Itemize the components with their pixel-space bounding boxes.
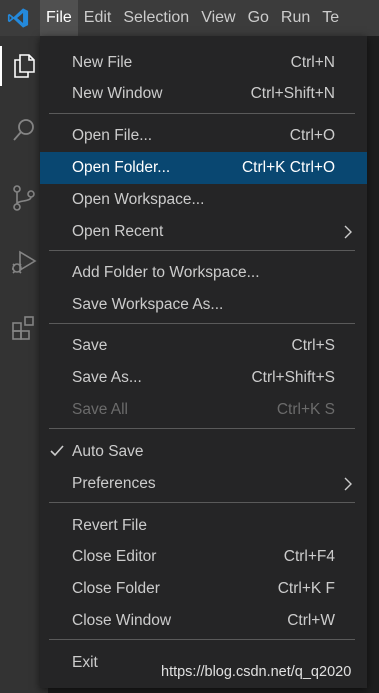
menu-separator (49, 250, 355, 251)
menu-item-label: Open Folder... (72, 159, 171, 176)
menu-item-close-window[interactable]: Close Window Ctrl+W (40, 605, 367, 637)
menu-view[interactable]: View (195, 0, 241, 36)
menu-item-label: Revert File (72, 517, 147, 534)
menu-separator (49, 113, 355, 114)
menu-separator (49, 428, 355, 429)
menu-item-save-workspace-as[interactable]: Save Workspace As... (40, 289, 367, 321)
menu-item-label: Save All (72, 401, 129, 418)
menu-terminal[interactable]: Te (316, 0, 345, 36)
menu-run[interactable]: Run (275, 0, 316, 36)
menu-item-open-folder[interactable]: Open Folder... Ctrl+K Ctrl+O (40, 152, 367, 184)
menu-separator (49, 502, 355, 503)
watermark-text: https://blog.csdn.net/q_q2020 (161, 664, 352, 680)
menu-item-new-window[interactable]: New Window Ctrl+Shift+N (40, 78, 367, 110)
menu-go[interactable]: Go (242, 0, 275, 36)
menu-item-label: Preferences (72, 475, 156, 492)
chevron-right-icon (344, 225, 352, 239)
menu-item-close-folder[interactable]: Close Folder Ctrl+K F (40, 573, 367, 605)
menu-item-label: Save Workspace As... (72, 296, 224, 313)
menu-item-shortcut: Ctrl+W (287, 612, 335, 629)
checkmark-icon (50, 445, 64, 457)
title-bar: File Edit Selection View Go Run Te (0, 0, 379, 36)
menu-item-add-folder-to-workspace[interactable]: Add Folder to Workspace... (40, 257, 367, 289)
menu-item-open-file[interactable]: Open File... Ctrl+O (40, 120, 367, 152)
menu-item-label: Open File... (72, 127, 153, 144)
menu-item-shortcut: Ctrl+K Ctrl+O (241, 159, 335, 176)
menu-item-new-file[interactable]: New File Ctrl+N (40, 47, 367, 79)
menu-item-shortcut: Ctrl+K F (277, 580, 335, 597)
menu-item-label: Open Recent (72, 223, 164, 240)
menu-bar: File Edit Selection View Go Run Te (40, 0, 345, 36)
menu-item-shortcut: Ctrl+O (289, 127, 335, 144)
menu-item-label: Exit (72, 654, 98, 671)
menu-item-save[interactable]: Save Ctrl+S (40, 330, 367, 362)
menu-selection[interactable]: Selection (117, 0, 195, 36)
menu-item-shortcut: Ctrl+F4 (283, 548, 335, 565)
menu-item-label: Auto Save (72, 443, 144, 460)
menu-item-shortcut: Ctrl+Shift+S (251, 369, 335, 386)
menu-item-label: New Window (72, 85, 163, 102)
chevron-right-icon (344, 477, 352, 491)
menu-item-label: Close Editor (72, 548, 157, 565)
file-menu-dropdown: New File Ctrl+N New Window Ctrl+Shift+N … (40, 36, 367, 688)
menu-file[interactable]: File (40, 0, 78, 36)
menu-item-preferences[interactable]: Preferences (40, 468, 367, 500)
menu-item-close-editor[interactable]: Close Editor Ctrl+F4 (40, 541, 367, 573)
vscode-logo-icon (0, 0, 36, 36)
menu-item-auto-save[interactable]: Auto Save (40, 436, 367, 468)
menu-item-label: Open Workspace... (72, 191, 205, 208)
menu-item-shortcut: Ctrl+S (291, 337, 336, 354)
menu-item-label: Add Folder to Workspace... (72, 264, 260, 281)
menu-edit[interactable]: Edit (78, 0, 118, 36)
menu-item-open-workspace[interactable]: Open Workspace... (40, 184, 367, 216)
menu-item-shortcut: Ctrl+N (290, 54, 335, 71)
menu-item-open-recent[interactable]: Open Recent (40, 216, 367, 248)
menu-item-shortcut: Ctrl+K S (276, 401, 335, 418)
menu-item-shortcut: Ctrl+Shift+N (250, 85, 335, 102)
menu-item-label: Close Window (72, 612, 172, 629)
menu-item-revert-file[interactable]: Revert File (40, 510, 367, 542)
menu-item-label: Save As... (72, 369, 142, 386)
menu-item-save-as[interactable]: Save As... Ctrl+Shift+S (40, 362, 367, 394)
menu-item-save-all: Save All Ctrl+K S (40, 394, 367, 426)
menu-separator (49, 639, 355, 640)
menu-item-label: New File (72, 54, 133, 71)
menu-item-label: Close Folder (72, 580, 160, 597)
menu-item-label: Save (72, 337, 108, 354)
menu-separator (49, 323, 355, 324)
